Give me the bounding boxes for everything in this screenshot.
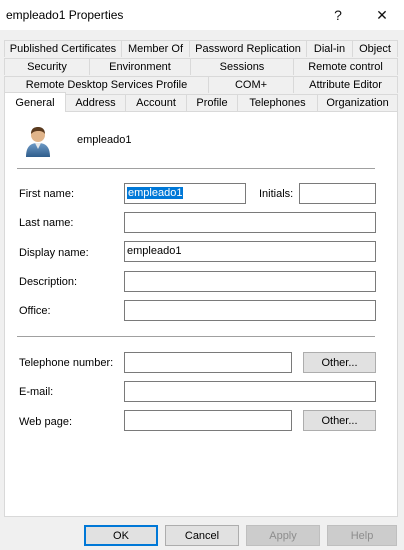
tab-password-replication[interactable]: Password Replication — [190, 40, 307, 57]
tab-remote-desktop-services-profile[interactable]: Remote Desktop Services Profile — [4, 76, 209, 93]
apply-button[interactable]: Apply — [246, 525, 320, 546]
webpage-field[interactable] — [124, 410, 292, 431]
tab-attribute-editor[interactable]: Attribute Editor — [294, 76, 398, 93]
initials-label: Initials: — [259, 188, 294, 200]
general-panel: empleado1 First name: empleado1 Initials… — [4, 111, 398, 517]
tab-dial-in[interactable]: Dial-in — [307, 40, 353, 57]
close-icon[interactable]: ✕ — [360, 0, 404, 30]
email-field[interactable] — [124, 381, 376, 402]
ok-button[interactable]: OK — [84, 525, 158, 546]
tab-remote-control[interactable]: Remote control — [294, 58, 398, 75]
tab-member-of[interactable]: Member Of — [122, 40, 190, 57]
last-name-label: Last name: — [19, 217, 74, 229]
office-label: Office: — [19, 305, 51, 317]
tab-address[interactable]: Address — [66, 94, 126, 111]
description-label: Description: — [19, 276, 78, 288]
telephone-other-button[interactable]: Other... — [303, 352, 376, 373]
tab-object[interactable]: Object — [353, 40, 398, 57]
tab-row-1: Published Certificates Member Of Passwor… — [4, 40, 398, 58]
last-name-field[interactable] — [124, 212, 376, 233]
tab-environment[interactable]: Environment — [90, 58, 191, 75]
tab-row-2: Security Environment Sessions Remote con… — [4, 58, 398, 76]
separator — [17, 168, 375, 169]
webpage-label: Web page: — [19, 416, 73, 428]
tab-telephones[interactable]: Telephones — [238, 94, 318, 111]
first-name-field[interactable]: empleado1 — [124, 183, 246, 204]
cancel-button[interactable]: Cancel — [165, 525, 239, 546]
user-display-name: empleado1 — [77, 134, 132, 146]
first-name-label: First name: — [19, 188, 75, 200]
user-icon — [26, 127, 50, 157]
display-name-field[interactable]: empleado1 — [124, 241, 376, 262]
tab-organization[interactable]: Organization — [318, 94, 398, 111]
telephone-field[interactable] — [124, 352, 292, 373]
separator — [17, 336, 375, 337]
office-field[interactable] — [124, 300, 376, 321]
initials-field[interactable] — [299, 183, 376, 204]
email-label: E-mail: — [19, 386, 54, 398]
tab-profile[interactable]: Profile — [187, 94, 238, 111]
first-name-value: empleado1 — [127, 187, 184, 199]
tab-general[interactable]: General — [4, 92, 66, 112]
display-name-label: Display name: — [19, 247, 89, 259]
window-title: empleado1 Properties — [6, 8, 124, 22]
tab-row-4: General Address Account Profile Telephon… — [4, 92, 398, 112]
title-bar: empleado1 Properties ? ✕ — [0, 0, 404, 30]
tab-published-certificates[interactable]: Published Certificates — [4, 40, 122, 57]
telephone-label: Telephone number: — [19, 357, 114, 369]
description-field[interactable] — [124, 271, 376, 292]
webpage-other-button[interactable]: Other... — [303, 410, 376, 431]
help-icon[interactable]: ? — [316, 0, 360, 30]
tab-security[interactable]: Security — [4, 58, 90, 75]
tab-sessions[interactable]: Sessions — [191, 58, 294, 75]
tab-com-plus[interactable]: COM+ — [209, 76, 294, 93]
tab-account[interactable]: Account — [126, 94, 187, 111]
help-button[interactable]: Help — [327, 525, 397, 546]
